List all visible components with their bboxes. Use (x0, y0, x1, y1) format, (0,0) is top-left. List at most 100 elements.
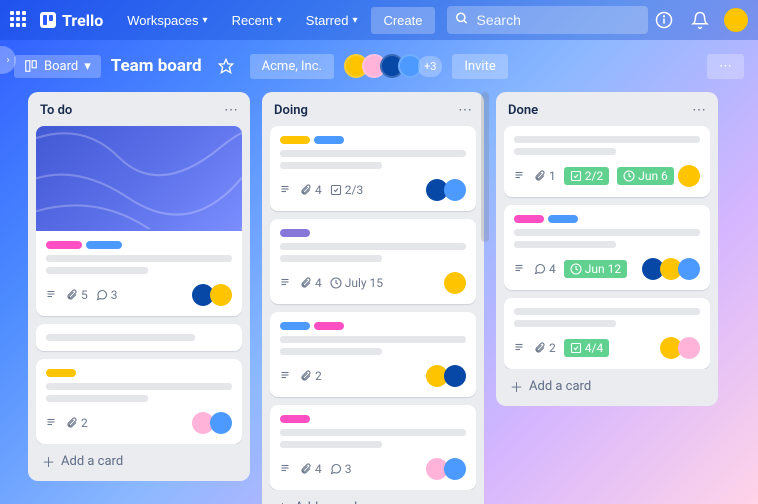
nav-recent[interactable]: Recent▾ (222, 7, 292, 34)
checklist-done-badge: 2/2 (564, 167, 609, 185)
logo[interactable]: Trello (40, 11, 103, 30)
plus-icon: ＋ (276, 498, 289, 504)
list-title[interactable]: Done (508, 103, 538, 118)
desc-icon (46, 289, 58, 301)
card-title-placeholder (514, 241, 616, 248)
board-title[interactable]: Team board (111, 56, 202, 76)
workspace-chip[interactable]: Acme, Inc. (250, 54, 334, 79)
clock-icon (570, 263, 582, 275)
board-list: To do ⋯ 53 2 ＋Add a card (28, 92, 250, 481)
attachment-badge: 2 (66, 416, 88, 430)
desc-icon (280, 370, 292, 382)
list-menu-button[interactable]: ⋯ (224, 102, 238, 118)
nav-starred[interactable]: Starred▾ (296, 7, 368, 34)
info-icon[interactable] (652, 8, 676, 32)
board-list: Doing ⋯ 42/3 4July 15 2 43 (262, 92, 484, 504)
card-members (426, 458, 466, 480)
add-card-button[interactable]: ＋Add a card (36, 444, 242, 473)
attach-icon (300, 184, 312, 196)
board-card[interactable]: 12/2Jun 6 (504, 126, 710, 197)
clock-icon (330, 277, 342, 289)
comment-badge: 4 (534, 262, 556, 276)
board-card[interactable]: 43 (270, 405, 476, 490)
board-view-select[interactable]: Board ▾ (14, 55, 101, 78)
attachment-badge: 4 (300, 276, 322, 290)
description-badge (46, 289, 58, 301)
description-badge (514, 263, 526, 275)
card-title-placeholder (280, 255, 382, 262)
attach-icon (66, 289, 78, 301)
card-label (46, 369, 76, 377)
board-card[interactable] (36, 324, 242, 351)
attachment-badge: 2 (300, 369, 322, 383)
board-canvas: To do ⋯ 53 2 ＋Add a card Doing (0, 86, 758, 504)
desc-icon (280, 184, 292, 196)
card-member-avatar (678, 337, 700, 359)
comment-icon (330, 463, 342, 475)
attach-icon (300, 370, 312, 382)
board-card[interactable]: 2 (36, 359, 242, 444)
card-member-avatar (444, 179, 466, 201)
board-card[interactable]: 53 (36, 126, 242, 316)
card-label (280, 229, 310, 237)
attach-icon (534, 342, 546, 354)
board-card[interactable]: 24/4 (504, 298, 710, 369)
star-button[interactable] (212, 52, 240, 80)
description-badge (280, 184, 292, 196)
desc-icon (514, 263, 526, 275)
member-overflow[interactable]: +3 (418, 56, 442, 77)
description-badge (514, 342, 526, 354)
search-input[interactable] (447, 6, 649, 34)
nav-workspaces[interactable]: Workspaces▾ (117, 7, 217, 34)
desc-icon (280, 463, 292, 475)
apps-switcher-icon[interactable] (10, 11, 28, 29)
user-avatar[interactable] (724, 8, 748, 32)
attachment-badge: 4 (300, 462, 322, 476)
description-badge (280, 370, 292, 382)
card-members (678, 165, 700, 187)
plus-icon: ＋ (42, 452, 55, 471)
create-button[interactable]: Create (371, 7, 434, 34)
card-label (280, 136, 310, 144)
scrollbar[interactable] (481, 92, 489, 242)
logo-text: Trello (62, 11, 103, 30)
board-card[interactable]: 4Jun 12 (504, 205, 710, 290)
list-title[interactable]: Doing (274, 103, 308, 118)
chevron-down-icon: ▾ (84, 59, 91, 74)
check-icon (570, 342, 582, 354)
notifications-icon[interactable] (688, 8, 712, 32)
attach-icon (300, 463, 312, 475)
checklist-done-badge: 4/4 (564, 339, 609, 357)
card-label (314, 136, 344, 144)
board-icon (24, 59, 38, 73)
description-badge (280, 463, 292, 475)
list-menu-button[interactable]: ⋯ (692, 102, 706, 118)
board-members[interactable]: +3 (344, 54, 442, 78)
card-member-avatar (444, 458, 466, 480)
invite-button[interactable]: Invite (452, 54, 507, 79)
chevron-down-icon: ▾ (352, 15, 357, 26)
chevron-down-icon: ▾ (203, 15, 208, 26)
card-label (514, 215, 544, 223)
clock-icon (623, 170, 635, 182)
trello-logo-icon (40, 12, 56, 28)
card-member-avatar (678, 165, 700, 187)
board-card[interactable]: 2 (270, 312, 476, 397)
add-card-button[interactable]: ＋Add a card (270, 490, 476, 504)
card-title-placeholder (280, 429, 466, 436)
list-menu-button[interactable]: ⋯ (458, 102, 472, 118)
board-header: Board ▾ Team board Acme, Inc. +3 Invite … (0, 46, 758, 86)
board-card[interactable]: 42/3 (270, 126, 476, 211)
list-title[interactable]: To do (40, 103, 72, 118)
checklist-badge: 2/3 (330, 183, 363, 197)
add-card-button[interactable]: ＋Add a card (504, 369, 710, 398)
card-members (192, 284, 232, 306)
board-menu-button[interactable]: ⋯ (707, 54, 744, 79)
board-card[interactable]: 4July 15 (270, 219, 476, 304)
description-badge (514, 170, 526, 182)
card-title-placeholder (280, 150, 466, 157)
check-icon (330, 184, 342, 196)
card-title-placeholder (514, 136, 700, 143)
attach-icon (300, 277, 312, 289)
card-members (660, 337, 700, 359)
